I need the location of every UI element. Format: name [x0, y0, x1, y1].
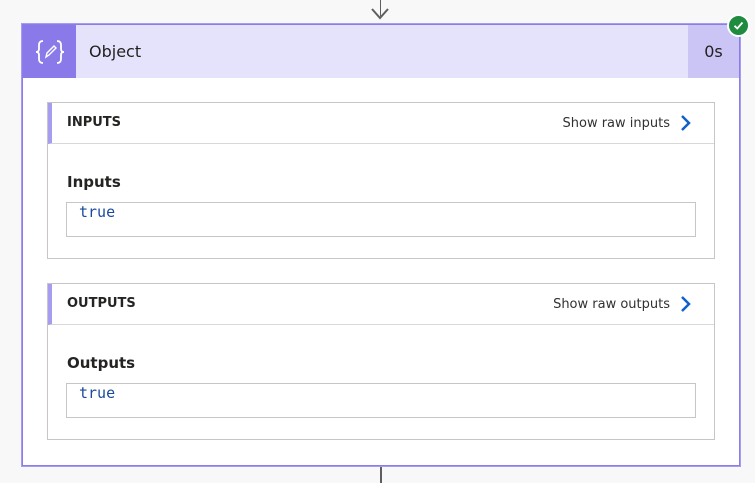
- outputs-section-title: OUTPUTS: [67, 296, 136, 311]
- outputs-field-label: Outputs: [67, 354, 136, 372]
- braces-pencil-icon: [23, 25, 76, 78]
- chevron-right-icon: [681, 296, 691, 312]
- inputs-section-header: INPUTS Show raw inputs: [48, 103, 714, 144]
- inputs-section-title: INPUTS: [67, 115, 122, 130]
- connector-line-bottom: [380, 467, 382, 483]
- show-raw-outputs-link[interactable]: Show raw outputs: [553, 284, 692, 324]
- inputs-value-box: true: [66, 202, 696, 237]
- success-check-icon: [727, 14, 750, 37]
- outputs-value: true: [79, 384, 116, 402]
- show-raw-inputs-label: Show raw inputs: [562, 115, 671, 131]
- action-card: Object 0s INPUTS Show raw inputs Inputs …: [21, 23, 741, 467]
- inputs-section: INPUTS Show raw inputs Inputs true: [47, 102, 715, 259]
- inputs-field-label: Inputs: [67, 173, 121, 191]
- chevron-right-icon: [681, 115, 691, 131]
- outputs-section: OUTPUTS Show raw outputs Outputs true: [47, 283, 715, 440]
- action-header[interactable]: Object 0s: [23, 25, 739, 78]
- show-raw-inputs-link[interactable]: Show raw inputs: [563, 103, 693, 143]
- outputs-section-header: OUTPUTS Show raw outputs: [48, 284, 714, 325]
- show-raw-outputs-label: Show raw outputs: [553, 296, 670, 312]
- outputs-value-box: true: [66, 383, 696, 418]
- inputs-value: true: [79, 203, 116, 221]
- arrow-down-icon: [371, 8, 389, 20]
- action-title: Object: [89, 42, 142, 61]
